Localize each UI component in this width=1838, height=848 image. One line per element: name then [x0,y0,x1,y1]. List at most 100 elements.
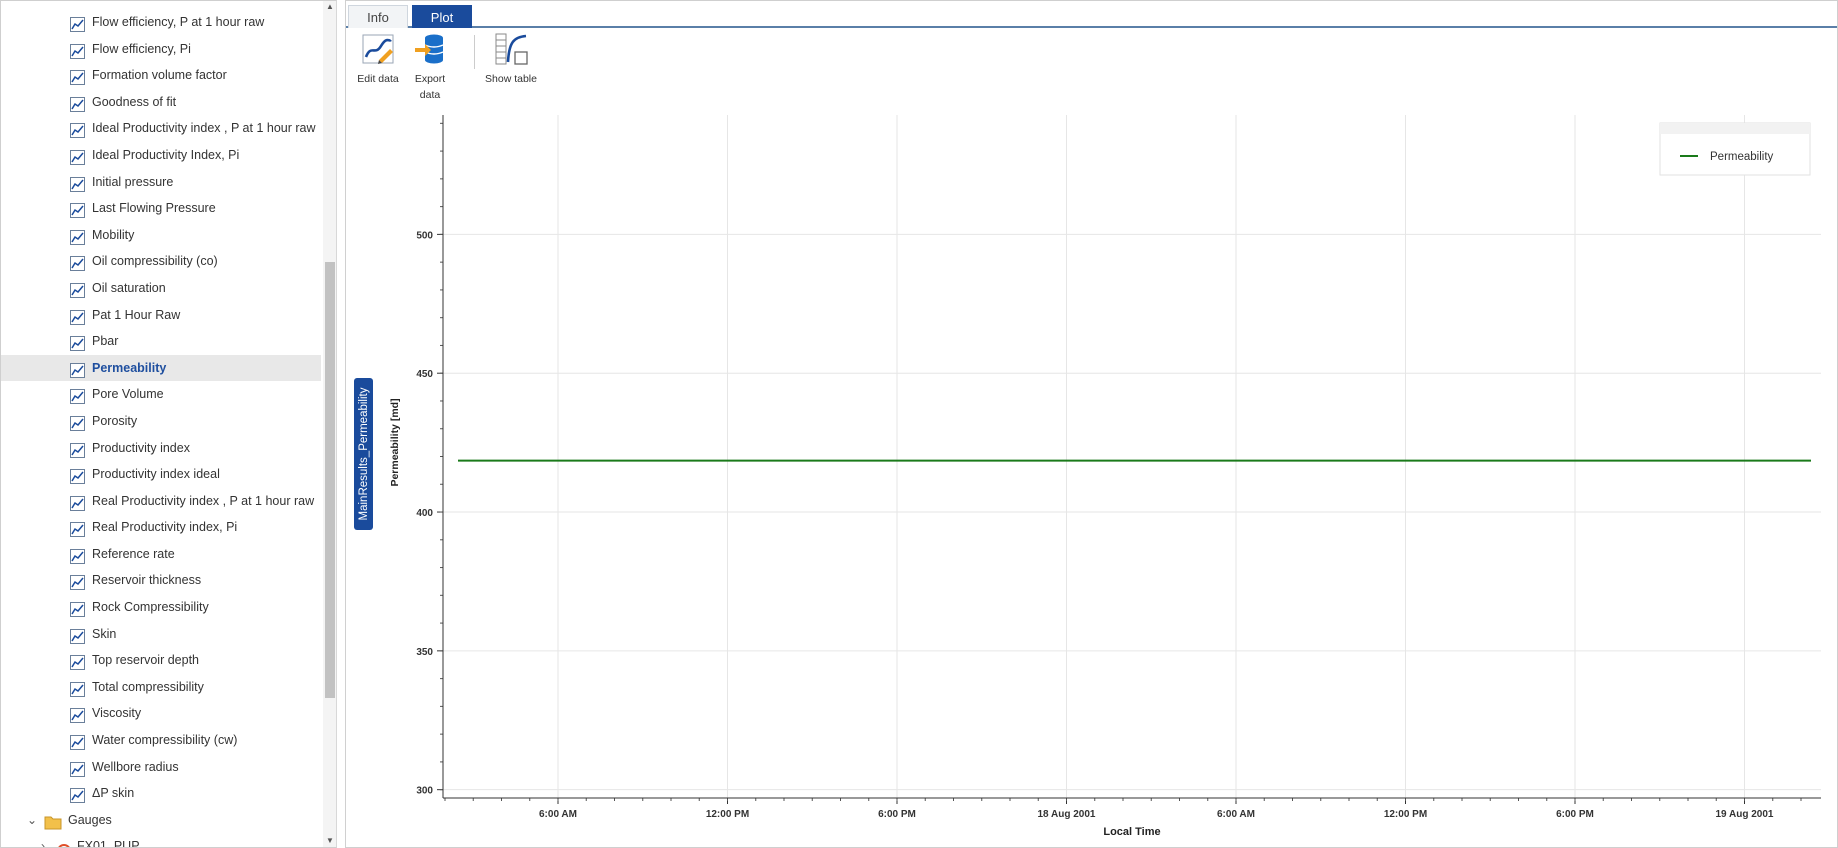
chart[interactable]: 6:00 AM 12:00 PM 6:00 PM 18 Aug 2001 6:00 AM… [346,105,1837,847]
show-table-button[interactable]: Show table [478,29,544,87]
export-data-label-1: Export [414,73,446,85]
chevron-down-icon[interactable]: ⌄ [27,807,41,834]
chart-line-icon [70,201,85,219]
tree-item[interactable]: Real Productivity index, Pi [1,514,321,541]
tree-item-gauge[interactable]: › FX01_PUP [1,833,321,847]
tree-item[interactable]: Oil compressibility (co) [1,248,321,275]
chart-line-icon [70,414,85,431]
tab-info[interactable]: Info [348,5,408,28]
tree-item[interactable]: Formation volume factor [1,62,321,89]
tree-item[interactable]: Pat 1 Hour Raw [1,302,321,329]
edit-chart-icon [362,34,394,64]
tree-item-label: Productivity index [92,440,190,455]
tree-item-label: Total compressibility [92,679,204,694]
x-tick-label: 6:00 PM [878,809,916,820]
tree-item-label: ΔP skin [92,786,135,801]
tree-item-label: Reference rate [92,546,175,561]
tree-item[interactable]: Porosity [1,408,321,435]
legend-label: Permeability [1710,151,1774,163]
chart-line-icon [70,733,85,751]
chart-line-icon [70,361,85,378]
tree-item-label: Pore Volume [92,387,164,402]
chart-line-icon [70,281,85,298]
chart-line-icon [70,308,85,325]
tree-list: Flow efficiency, P at 1 hour raw Flow eff… [1,9,321,847]
y-tick-label: 450 [416,369,433,380]
tree-item[interactable]: Rock Compressibility [1,594,321,621]
tree-folder-label: Gauges [68,812,112,827]
x-axis-label: Local Time [1103,826,1160,838]
tree-folder-gauges[interactable]: ⌄ Gauges [1,807,321,834]
tree-item-label: Reservoir thickness [92,573,202,588]
chart-line-icon [70,334,85,352]
scroll-up-icon[interactable]: ▲ [323,1,336,13]
x-tick-label: 18 Aug 2001 [1038,809,1096,820]
edit-data-button[interactable]: Edit data [354,29,402,87]
tree-item[interactable]: Reservoir thickness [1,567,321,594]
tree-item[interactable]: Skin [1,621,321,648]
chart-line-icon [70,573,85,591]
tree-item-label: Top reservoir depth [92,653,200,668]
folder-icon [44,813,62,830]
x-tick-label: 12:00 PM [706,809,749,820]
chart-line-icon [70,600,85,618]
plot-area[interactable] [443,115,1821,798]
tree-item[interactable]: Productivity index ideal [1,461,321,488]
tree-scrollbar[interactable]: ▲ ▼ [323,1,336,847]
tree-item-label: Oil saturation [92,280,166,295]
scroll-down-icon[interactable]: ▼ [323,835,336,847]
tree-item[interactable]: Mobility [1,222,321,249]
chart-line-icon [70,760,85,777]
tree-item-label: Viscosity [92,706,142,721]
tree-item[interactable]: Real Productivity index , P at 1 hour ra… [1,488,321,515]
tree-item[interactable]: Wellbore radius [1,754,321,781]
tree-item-label: Ideal Productivity Index, Pi [92,147,240,162]
tree-item[interactable]: Flow efficiency, Pi [1,36,321,63]
tree-item[interactable]: Reference rate [1,541,321,568]
chart-line-icon [70,494,85,511]
tree-item[interactable]: Last Flowing Pressure [1,195,321,222]
tree-item[interactable]: Ideal Productivity index , P at 1 hour r… [1,115,321,142]
chart-line-icon [70,441,85,458]
tree-item-label: Flow efficiency, Pi [92,41,191,56]
tab-bar: Info Plot [346,1,1837,28]
chevron-right-icon[interactable]: › [41,833,45,847]
main-panel: Info Plot Edit data Export data Show tab… [345,0,1838,848]
chart-line-icon [70,387,85,405]
export-data-button[interactable]: Export data [406,29,454,103]
scrollbar-thumb[interactable] [325,262,335,698]
tree-item[interactable]: Goodness of fit [1,89,321,116]
chart-line-icon [70,706,85,724]
tree-item[interactable]: Ideal Productivity Index, Pi [1,142,321,169]
tree-item[interactable]: Productivity index [1,435,321,462]
chart-line-icon [70,148,85,165]
tree-item-label: Permeability [92,360,167,375]
tree-item-label: Productivity index ideal [92,467,220,482]
y-tick-label: 350 [416,647,433,658]
x-tick-label: 12:00 PM [1384,809,1427,820]
tree-item-label: Water compressibility (cw) [92,733,238,748]
chart-line-icon [70,786,85,804]
tree-item-label: Initial pressure [92,174,174,189]
tree-item[interactable]: Oil saturation [1,275,321,302]
tree-item[interactable]: Total compressibility [1,674,321,701]
tree-item[interactable]: Water compressibility (cw) [1,727,321,754]
chart-line-icon [70,627,85,644]
chart-line-icon [70,680,85,697]
tree-item[interactable]: Pore Volume [1,381,321,408]
x-tick-label: 6:00 AM [539,809,577,820]
tree-item-label: Real Productivity index , P at 1 hour ra… [92,493,315,508]
tree-item[interactable]: ΔP skin [1,780,321,807]
tree-panel: Flow efficiency, P at 1 hour raw Flow eff… [0,0,337,848]
chart-line-icon [70,254,85,272]
chart-line-icon [70,42,85,59]
tree-item-label: Porosity [92,413,138,428]
tree-item[interactable]: Pbar [1,328,321,355]
tree-item[interactable]: Viscosity [1,700,321,727]
tree-item[interactable]: Initial pressure [1,169,321,196]
y-tick-label: 400 [416,508,433,519]
tab-plot[interactable]: Plot [412,5,472,28]
tree-item[interactable]: Permeability [1,354,321,382]
tree-item[interactable]: Flow efficiency, P at 1 hour raw [1,9,321,36]
tree-item[interactable]: Top reservoir depth [1,647,321,674]
